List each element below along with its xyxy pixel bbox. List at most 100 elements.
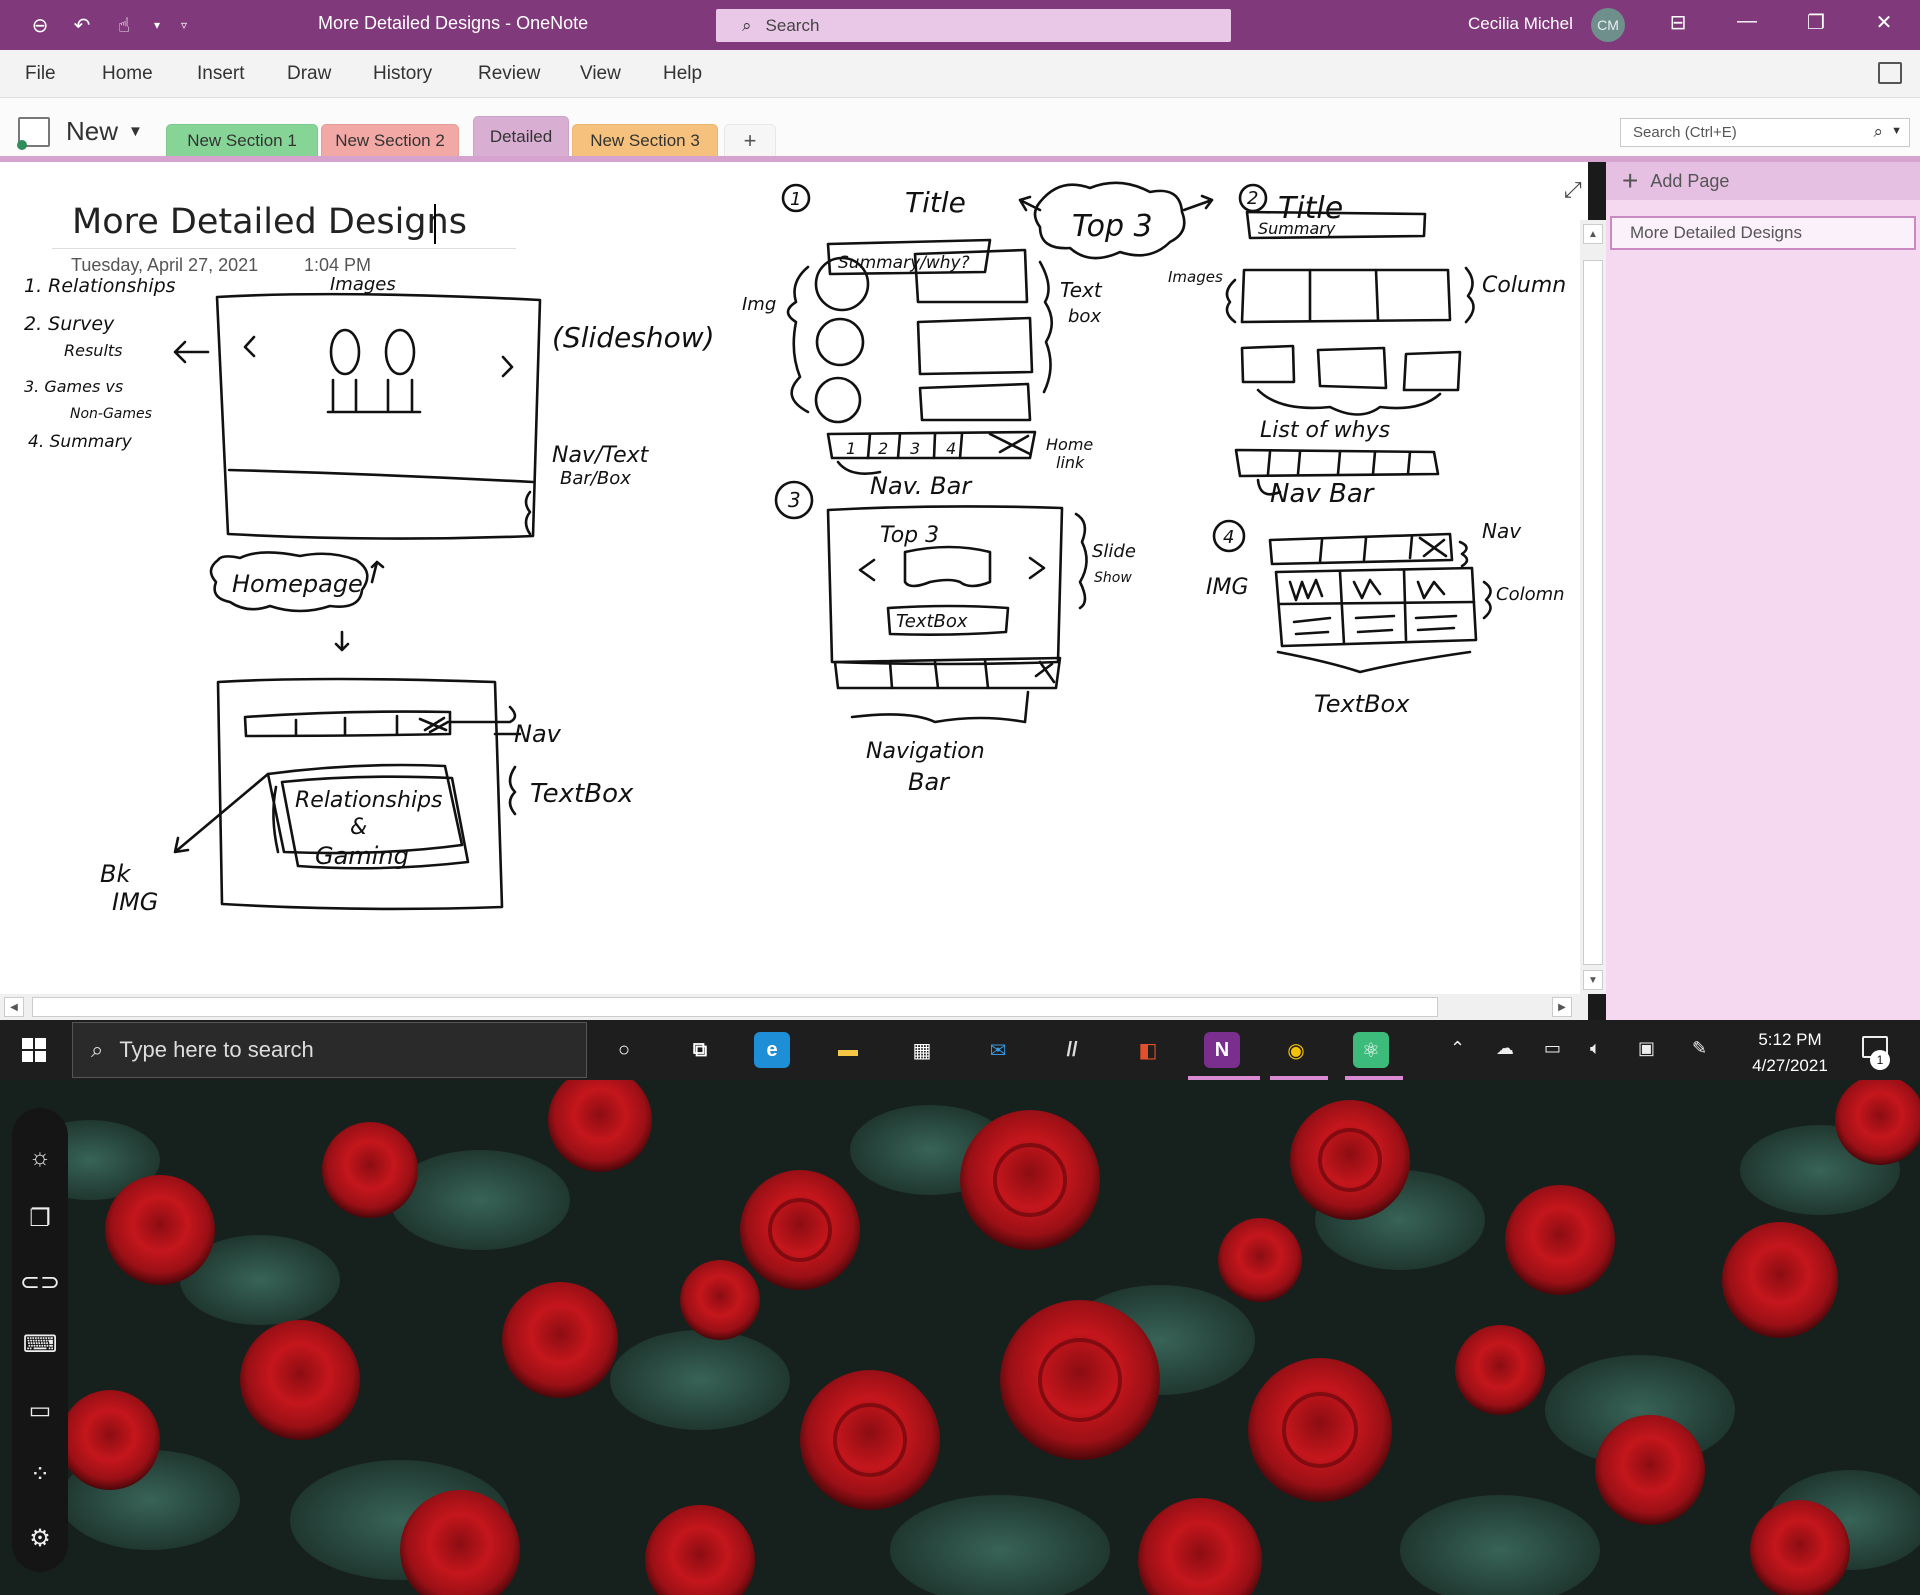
pen-icon[interactable]: ✎ [1692,1038,1707,1059]
chevron-up-icon[interactable]: ⌃ [1450,1038,1465,1059]
menu-file[interactable]: File [25,63,56,85]
windows-start-icon[interactable] [22,1038,46,1062]
undo-icon[interactable]: ↶ [66,13,98,38]
add-page-label: Add Page [1650,170,1730,191]
minimize-button[interactable]: — [1727,10,1767,33]
tab-detailed[interactable]: Detailed [473,116,569,156]
scroll-down-icon[interactable]: ▼ [1583,970,1603,990]
keyboard-icon[interactable]: ⌨ [23,1330,58,1358]
chevron-down-icon[interactable]: ▼ [1891,125,1902,137]
page-canvas[interactable]: More Detailed Designs Tuesday, April 27,… [0,162,1588,994]
menu-home[interactable]: Home [102,63,153,85]
battery-icon[interactable]: ▭ [1544,1038,1561,1059]
brightness-icon[interactable]: ☼ [26,1144,54,1172]
onedrive-icon[interactable]: ☁ [1496,1038,1514,1059]
design-4-wireframe [1212,519,1492,674]
back-icon[interactable]: ⊖ [24,13,56,38]
taskbar-search-placeholder: Type here to search [119,1037,314,1062]
sketch-label: Nav/Text [552,443,650,468]
store-icon[interactable]: ▦ [904,1032,940,1068]
sketch-label: Colomn [1496,584,1565,605]
chevron-down-icon[interactable]: ▾ [150,18,164,32]
sketch-label: Slide [1092,541,1136,562]
notebook-label: New [66,116,119,146]
scroll-right-icon[interactable]: ▶ [1552,997,1572,1017]
sketch-label: TextBox [896,611,968,632]
add-section-button[interactable]: + [724,124,776,156]
avatar[interactable]: CM [1591,8,1625,42]
onenote-icon[interactable]: N [1204,1032,1240,1068]
search-icon: ⌕ [91,1037,104,1062]
taskbar: ⌕ Type here to search ○ ⧉ e ▬ ▦ ✉ // ◧ N ◉ ⚛ ⌃ ☁ ▭… [0,1020,1920,1080]
customize-toolbar-icon[interactable]: ▿ [174,18,194,32]
scroll-left-icon[interactable]: ◀ [4,997,24,1017]
edge-icon[interactable]: e [754,1032,790,1068]
office-icon[interactable]: ◧ [1130,1032,1166,1068]
menu-view[interactable]: View [580,63,621,85]
dots-grid-icon[interactable]: ⁘ [26,1460,54,1488]
volume-icon[interactable]: 🔈︎ [1590,1038,1601,1059]
file-explorer-icon[interactable]: ▬ [830,1032,866,1068]
search-icon[interactable]: ⌕ [1873,122,1883,142]
scroll-thumb[interactable] [32,997,1438,1017]
task-view-icon[interactable]: ⧉ [682,1032,718,1068]
desktop-wallpaper [0,1080,1920,1595]
restore-button[interactable]: ❐ [1796,10,1836,35]
windows-icon[interactable]: ❐ [26,1204,54,1232]
side-quick-launch-rail: ☼ ❐ ⊂⊃ ⌨ ▭ ⁘ ⚙ [12,1108,68,1572]
user-name[interactable]: Cecilia Michel [1468,14,1573,34]
sketch-label: Summary/why? [838,253,970,273]
menu-review[interactable]: Review [478,63,540,85]
clock[interactable]: 5:12 PM 4/27/2021 [1740,1027,1840,1079]
title-search-box[interactable]: ⌕ Search [716,9,1231,42]
sketch-label: Text [1060,278,1103,302]
scroll-up-icon[interactable]: ▲ [1583,224,1603,244]
mail-icon[interactable]: ✉ [980,1032,1016,1068]
scroll-thumb[interactable] [1583,260,1603,965]
atom-icon[interactable]: ⚛ [1353,1032,1389,1068]
sketch-label: Top 3 [880,523,939,548]
sketch-label: 1. Relationships [24,275,176,297]
tab-new-section-1[interactable]: New Section 1 [166,124,318,156]
sketch-label: Bar [908,768,951,796]
menu-help[interactable]: Help [663,63,702,85]
menu-draw[interactable]: Draw [287,63,331,85]
sketch-label: Nav Bar [1270,479,1376,509]
sketch-label: IMG [112,888,158,916]
sketch-label: Summary [1258,219,1336,238]
laptop-icon[interactable]: ▭ [26,1396,54,1424]
sketch-label: List of whys [1260,418,1390,443]
link-icon[interactable]: ⊂⊃ [20,1268,60,1296]
taskbar-search-input[interactable]: ⌕ Type here to search [72,1022,587,1078]
network-icon[interactable]: ▣ [1638,1038,1655,1059]
notebook-selector[interactable]: New ▼ [17,116,143,150]
tab-new-section-3[interactable]: New Section 3 [572,124,718,156]
cortana-icon[interactable]: ○ [606,1032,642,1068]
vertical-scrollbar[interactable]: ▲ ▼ [1580,220,1606,994]
close-button[interactable]: ✕ [1864,10,1904,35]
sticky-notes-icon[interactable] [1878,62,1902,84]
notebook-search-input[interactable]: Search (Ctrl+E) ⌕ ▼ [1620,118,1910,147]
gear-icon[interactable]: ⚙ [26,1524,54,1552]
sketch-label: Images [1168,268,1223,286]
sketch-label: link [1056,453,1085,472]
sketch-label: Nav. Bar [870,472,973,500]
design-3-wireframe [774,480,1088,724]
sketch-label: 1 [790,189,801,210]
menu-insert[interactable]: Insert [197,63,245,85]
sketch-label: box [1068,306,1101,327]
horizontal-scrollbar[interactable]: ◀ ▶ [0,994,1588,1020]
notebook-icon [17,116,50,150]
title-bar: ⊖ ↶ ☝ ▾ ▿ More Detailed Designs - OneNot… [0,0,1920,50]
tab-new-section-2[interactable]: New Section 2 [321,124,459,156]
sketch-label: Bar/Box [560,468,631,489]
ink-app-icon[interactable]: // [1054,1032,1090,1068]
sketch-label: 4. Summary [28,432,133,452]
chrome-icon[interactable]: ◉ [1278,1032,1314,1068]
add-page-button[interactable]: + Add Page [1606,162,1920,200]
touch-mode-icon[interactable]: ☝ [108,13,140,38]
page-list-item[interactable]: More Detailed Designs [1610,216,1916,250]
ribbon-display-icon[interactable]: ⊟ [1658,10,1698,35]
sketch-label: 3 [910,439,920,458]
menu-history[interactable]: History [373,63,432,85]
